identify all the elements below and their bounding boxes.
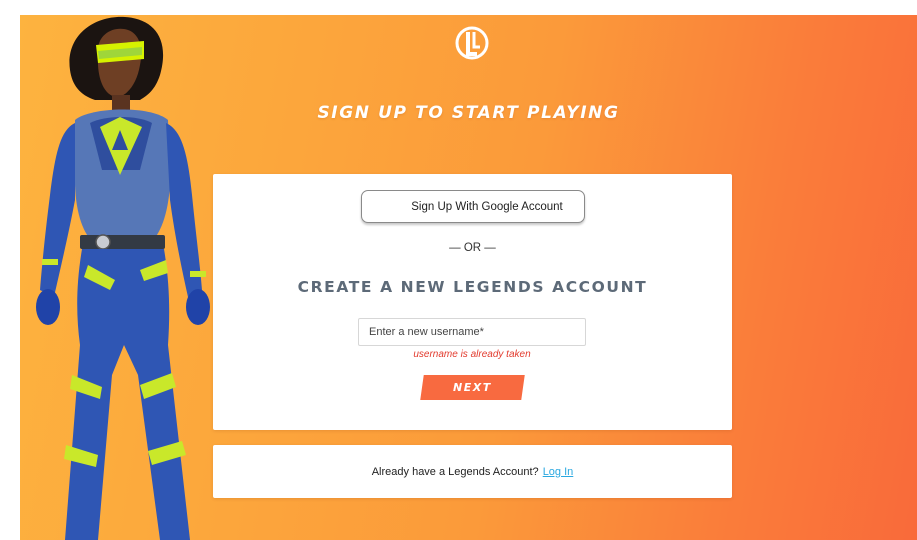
create-account-heading: CREATE A NEW LEGENDS ACCOUNT bbox=[297, 278, 648, 296]
username-error-message: username is already taken bbox=[413, 349, 531, 360]
hero-character-illustration bbox=[36, 16, 210, 540]
legends-logo-icon bbox=[455, 26, 489, 60]
login-prompt: Already have a Legends Account? bbox=[371, 465, 539, 478]
google-signup-label: Sign Up With Google Account bbox=[411, 200, 563, 213]
login-card: Already have a Legends Account? Log In bbox=[213, 445, 732, 498]
signup-page: SIGN UP TO START PLAYING Sign Up With Go… bbox=[20, 15, 917, 540]
username-input[interactable] bbox=[358, 318, 586, 346]
or-divider: — OR — bbox=[449, 242, 496, 254]
google-signup-button[interactable]: Sign Up With Google Account bbox=[361, 190, 585, 223]
next-button[interactable]: NEXT bbox=[420, 375, 525, 400]
next-button-label: NEXT bbox=[453, 381, 492, 394]
login-link[interactable]: Log In bbox=[543, 466, 574, 478]
signup-card: Sign Up With Google Account — OR — CREAT… bbox=[213, 174, 732, 430]
